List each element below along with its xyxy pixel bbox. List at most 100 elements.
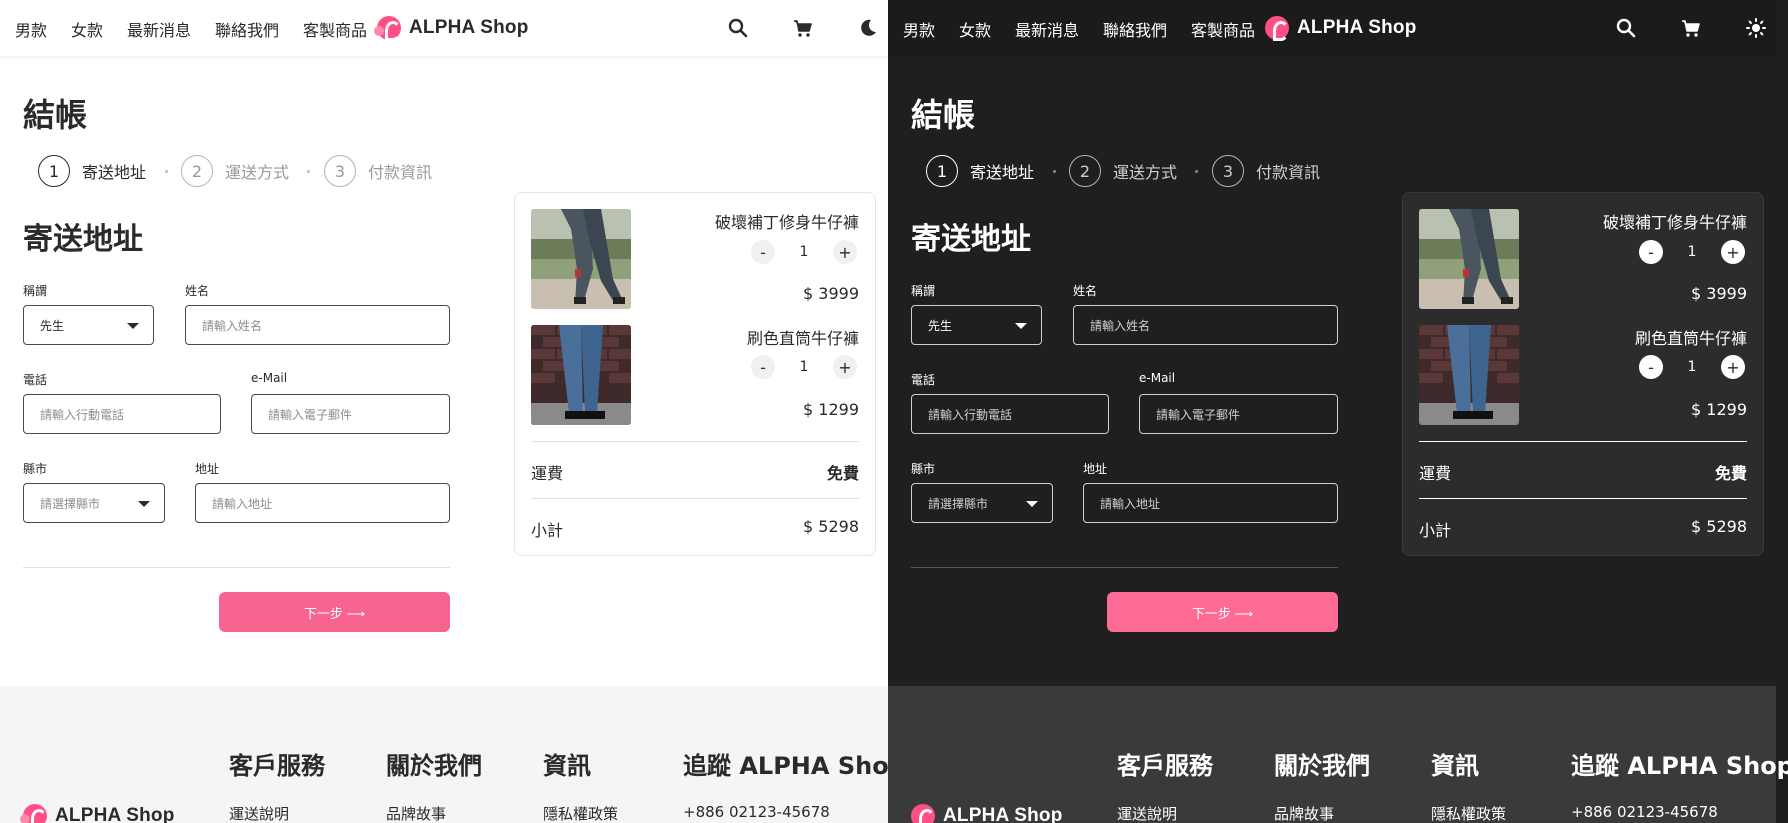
footer-logo[interactable]: ALPHA Shop <box>911 804 1063 823</box>
cart-divider <box>531 441 859 442</box>
decrease-quantity-button[interactable]: - <box>751 240 775 264</box>
salutation-select[interactable]: 先生 <box>23 305 154 345</box>
footer-heading-info: 資訊 <box>543 752 591 780</box>
nav-custom[interactable]: 客製商品 <box>303 17 367 41</box>
email-input[interactable]: 請輸入電子郵件 <box>1139 394 1338 434</box>
subtotal-label: 小計 <box>531 521 564 540</box>
increase-quantity-button[interactable]: + <box>1721 240 1745 264</box>
step-label: 付款資訊 <box>368 163 433 182</box>
cart-icon[interactable] <box>792 17 814 39</box>
product-image <box>1419 209 1519 309</box>
salutation-label: 稱謂 <box>911 284 936 298</box>
step-separator <box>1195 170 1198 173</box>
footer-link-shipping[interactable]: 運送說明 <box>229 803 289 823</box>
nav-news[interactable]: 最新消息 <box>1015 17 1079 41</box>
form-divider <box>911 567 1338 568</box>
product-image <box>1419 325 1519 425</box>
nav-women[interactable]: 女款 <box>71 17 103 41</box>
name-label: 姓名 <box>185 284 210 298</box>
city-select[interactable]: 請選擇縣市 <box>911 483 1053 523</box>
footer-heading-customer-service: 客戶服務 <box>1117 752 1213 780</box>
increase-quantity-button[interactable]: + <box>833 240 857 264</box>
email-label: e-Mail <box>251 371 288 385</box>
increase-quantity-button[interactable]: + <box>1721 355 1745 379</box>
shipping-value: 免費 <box>826 464 859 483</box>
footer-link-brand-story[interactable]: 品牌故事 <box>386 803 446 823</box>
city-label: 縣市 <box>23 462 48 476</box>
footer-link-brand-story[interactable]: 品牌故事 <box>1274 803 1334 823</box>
step-number: 3 <box>1212 155 1244 187</box>
product-name: 刷色直筒牛仔褲 <box>746 329 859 348</box>
step-label: 付款資訊 <box>1256 163 1321 182</box>
nav-men[interactable]: 男款 <box>15 17 47 41</box>
step-number: 3 <box>324 155 356 187</box>
address-input[interactable]: 請輸入地址 <box>195 483 450 523</box>
nav-custom[interactable]: 客製商品 <box>1191 17 1255 41</box>
product-price: $ 3999 <box>803 284 859 303</box>
footer-heading-info: 資訊 <box>1431 752 1479 780</box>
brand-logo[interactable]: ALPHA Shop <box>1265 14 1417 42</box>
step-number: 1 <box>38 155 70 187</box>
phone-label: 電話 <box>911 373 936 387</box>
cart-panel: 破壞補丁修身牛仔褲 - 1 + $ 3999 刷色直筒牛仔褲 - 1 + $ 1… <box>514 192 876 556</box>
subtotal-label: 小計 <box>1419 521 1452 540</box>
cart-icon[interactable] <box>1680 17 1702 39</box>
chevron-down-icon <box>1026 501 1038 507</box>
step-label: 寄送地址 <box>82 163 147 182</box>
decrease-quantity-button[interactable]: - <box>1639 355 1663 379</box>
step-separator <box>165 170 168 173</box>
nav-contact[interactable]: 聯絡我們 <box>215 17 279 41</box>
next-step-button[interactable]: 下一步 ⟶ <box>219 592 450 632</box>
footer-heading-about: 關於我們 <box>386 752 482 780</box>
step-shipping-address: 1 寄送地址 <box>38 155 146 187</box>
logo-text: ALPHA Shop <box>943 805 1063 823</box>
footer-logo[interactable]: ALPHA Shop <box>20 804 175 823</box>
phone-input[interactable]: 請輸入行動電話 <box>23 394 221 434</box>
city-select[interactable]: 請選擇縣市 <box>23 483 165 523</box>
nav-men[interactable]: 男款 <box>903 17 935 41</box>
address-input[interactable]: 請輸入地址 <box>1083 483 1338 523</box>
top-navbar: 男款 女款 最新消息 聯絡我們 客製商品 ALPHA Shop <box>0 0 888 56</box>
logo-icon <box>20 804 47 823</box>
step-number: 1 <box>926 155 958 187</box>
product-price: $ 1299 <box>803 400 859 419</box>
email-input[interactable]: 請輸入電子郵件 <box>251 394 450 434</box>
product-image <box>531 209 631 309</box>
dark-theme-panel: 男款 女款 最新消息 聯絡我們 客製商品 ALPHA Shop 結帳 1 寄送地… <box>888 0 1788 823</box>
nav-contact[interactable]: 聯絡我們 <box>1103 17 1167 41</box>
name-input[interactable]: 請輸入姓名 <box>1073 305 1338 345</box>
brand-logo[interactable]: ALPHA Shop <box>374 14 529 42</box>
cart-divider <box>1419 441 1747 442</box>
address-label: 地址 <box>195 462 220 476</box>
email-label: e-Mail <box>1139 371 1176 385</box>
address-label: 地址 <box>1083 462 1108 476</box>
phone-input[interactable]: 請輸入行動電話 <box>911 394 1109 434</box>
product-name: 破壞補丁修身牛仔褲 <box>714 213 859 232</box>
section-title: 寄送地址 <box>911 222 1031 257</box>
footer-link-shipping[interactable]: 運送說明 <box>1117 803 1177 823</box>
moon-icon[interactable] <box>857 17 879 39</box>
footer-heading-follow: 追蹤 ALPHA Shop <box>1571 752 1788 780</box>
nav-women[interactable]: 女款 <box>959 17 991 41</box>
search-icon[interactable] <box>727 17 749 39</box>
shipping-label: 運費 <box>1419 464 1452 483</box>
nav-news[interactable]: 最新消息 <box>127 17 191 41</box>
subtotal-value: $ 5298 <box>1691 517 1747 536</box>
footer-link-privacy[interactable]: 隱私權政策 <box>1431 803 1506 823</box>
page-title: 結帳 <box>23 96 88 134</box>
name-input[interactable]: 請輸入姓名 <box>185 305 450 345</box>
product-name: 破壞補丁修身牛仔褲 <box>1602 213 1747 232</box>
search-icon[interactable] <box>1615 17 1637 39</box>
decrease-quantity-button[interactable]: - <box>1639 240 1663 264</box>
increase-quantity-button[interactable]: + <box>833 355 857 379</box>
salutation-select[interactable]: 先生 <box>911 305 1042 345</box>
step-payment: 3 付款資訊 <box>324 155 432 187</box>
next-step-button[interactable]: 下一步 ⟶ <box>1107 592 1338 632</box>
footer-link-privacy[interactable]: 隱私權政策 <box>543 803 618 823</box>
light-theme-panel: 男款 女款 最新消息 聯絡我們 客製商品 ALPHA Shop 結帳 1 寄送地… <box>0 0 888 823</box>
decrease-quantity-button[interactable]: - <box>751 355 775 379</box>
chevron-down-icon <box>127 323 139 329</box>
page-title: 結帳 <box>911 96 976 134</box>
footer-heading-about: 關於我們 <box>1274 752 1370 780</box>
sun-icon[interactable] <box>1745 17 1767 39</box>
